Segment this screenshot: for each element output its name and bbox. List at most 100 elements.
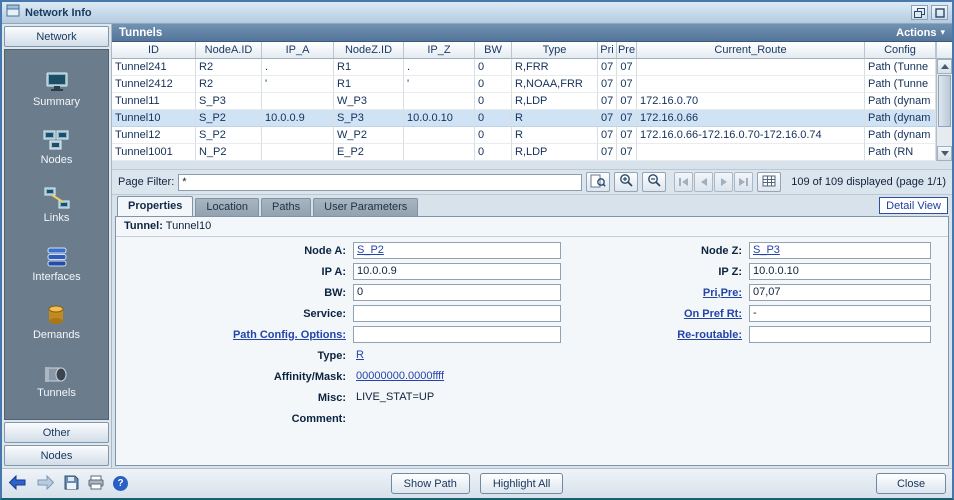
maximize-button[interactable] [931, 5, 948, 20]
table-row-tunnel1001[interactable]: Tunnel1001N_P2E_P20R,LDP0707Path (RN [112, 144, 936, 161]
titlebar[interactable]: Network Info [2, 2, 952, 24]
sidebar-item-interfaces[interactable]: Interfaces [32, 245, 80, 283]
prop-field-ip-a[interactable]: 10.0.0.9 [353, 263, 561, 280]
properties-panel: Tunnel: Tunnel10 Node A:S_P2Node Z:S_P3I… [115, 216, 949, 466]
last-page-button[interactable] [734, 172, 753, 192]
sidebar-item-summary[interactable]: Summary [33, 70, 80, 108]
column-header-nodez-id[interactable]: NodeZ.ID [334, 42, 404, 59]
prop-value-node-a[interactable]: S_P2 [357, 244, 384, 256]
grid-view-button[interactable] [757, 172, 781, 192]
column-header-config[interactable]: Config [865, 42, 936, 59]
column-header-id[interactable]: ID [112, 42, 196, 59]
prop-field-node-z[interactable]: S_P3 [749, 242, 931, 259]
nodes-button[interactable]: Nodes [4, 445, 109, 466]
sidebar-item-links[interactable]: Links [44, 186, 70, 224]
sidebar-item-tunnels[interactable]: Tunnels [37, 361, 76, 399]
column-header-ip-z[interactable]: IP_Z [404, 42, 475, 59]
table-cell: 10.0.0.9 [262, 110, 334, 127]
tab-paths[interactable]: Paths [261, 198, 311, 216]
table-cell: 07 [598, 93, 617, 110]
network-button[interactable]: Network [4, 26, 109, 47]
prop-field-bw[interactable]: 0 [353, 284, 561, 301]
table-cell: R2 [196, 76, 262, 93]
sidebar-item-label: Summary [33, 96, 80, 108]
prop-label-path-config-options[interactable]: Path Config. Options: [124, 329, 350, 341]
highlight-all-button[interactable]: Highlight All [480, 473, 563, 494]
tunnel-value: Tunnel10 [166, 220, 211, 232]
save-button[interactable] [64, 475, 79, 493]
prop-value-on-pref-rt: - [753, 307, 757, 319]
table-cell: S_P2 [196, 110, 262, 127]
scrollbar-track[interactable] [936, 59, 952, 161]
table-cell: S_P2 [196, 127, 262, 144]
content-area: Tunnels Actions ▾ IDNodeA.IDIP_ANodeZ.ID… [112, 24, 952, 468]
table-cell: 10.0.0.10 [404, 110, 475, 127]
prop-label-re-routable[interactable]: Re-routable: [564, 329, 746, 341]
detail-view-button[interactable]: Detail View [879, 197, 948, 214]
column-header-ip-a[interactable]: IP_A [262, 42, 334, 59]
prop-value-bw: 0 [357, 286, 363, 298]
column-header-bw[interactable]: BW [475, 42, 512, 59]
page-filter-input[interactable] [178, 174, 582, 191]
sidebar-item-nodes[interactable]: Nodes [41, 128, 73, 166]
tab-location[interactable]: Location [195, 198, 259, 216]
vertical-scrollbar[interactable] [936, 42, 952, 161]
tunnels-icon [43, 361, 69, 385]
prop-field-ip-z[interactable]: 10.0.0.10 [749, 263, 931, 280]
show-path-button[interactable]: Show Path [391, 473, 470, 494]
forward-button[interactable] [36, 475, 55, 493]
restore-button[interactable] [911, 5, 928, 20]
zoom-out-button[interactable] [642, 172, 666, 192]
column-header-current-route[interactable]: Current_Route [637, 42, 865, 59]
table-cell [404, 144, 475, 161]
column-header-pri[interactable]: Pri [598, 42, 617, 59]
table-cell: 0 [475, 110, 512, 127]
prop-field-node-a[interactable]: S_P2 [353, 242, 561, 259]
table-row-tunnel12[interactable]: Tunnel12S_P2W_P20R0707172.16.0.66-172.16… [112, 127, 936, 144]
table-cell: Path (dynam [865, 110, 936, 127]
next-page-button[interactable] [714, 172, 733, 192]
prop-value-affinity-mask[interactable]: 00000000.0000ffff [356, 370, 444, 382]
prop-label-ip-z: IP Z: [564, 266, 746, 278]
prop-field-path-config-options[interactable] [353, 326, 561, 343]
prop-label-on-pref-rt[interactable]: On Pref Rt: [564, 308, 746, 320]
print-button[interactable] [88, 475, 104, 493]
column-header-nodea-id[interactable]: NodeA.ID [196, 42, 262, 59]
prop-field-re-routable[interactable] [749, 326, 931, 343]
close-button[interactable]: Close [876, 473, 946, 494]
sidebar-item-demands[interactable]: Demands [33, 303, 80, 341]
prop-value-node-z[interactable]: S_P3 [753, 244, 780, 256]
other-button[interactable]: Other [4, 422, 109, 443]
scrollbar-thumb[interactable] [938, 75, 951, 127]
back-button[interactable] [8, 475, 27, 493]
table-cell: 172.16.0.66-172.16.0.70-172.16.0.74 [637, 127, 865, 144]
tab-user-parameters[interactable]: User Parameters [313, 198, 418, 216]
tab-properties[interactable]: Properties [117, 196, 193, 216]
table-row-tunnel11[interactable]: Tunnel11S_P3W_P30R,LDP0707172.16.0.70Pat… [112, 93, 936, 110]
zoom-in-button[interactable] [614, 172, 638, 192]
triangle-down-icon [941, 151, 949, 156]
table-row-tunnel241[interactable]: Tunnel241R2.R1.0R,FRR0707Path (Tunne [112, 59, 936, 76]
column-header-pre[interactable]: Pre [617, 42, 637, 59]
table-cell: R,NOAA,FRR [512, 76, 598, 93]
view-filter-button[interactable] [586, 172, 610, 192]
prop-value-type[interactable]: R [356, 349, 364, 361]
prop-field-on-pref-rt[interactable]: - [749, 305, 931, 322]
table-cell [262, 127, 334, 144]
first-page-button[interactable] [674, 172, 693, 192]
prop-label-comment: Comment: [124, 413, 350, 425]
table-cell: ' [404, 76, 475, 93]
prop-field-service[interactable] [353, 305, 561, 322]
scroll-down-button[interactable] [937, 146, 952, 161]
help-icon[interactable]: ? [113, 476, 128, 491]
prop-field-pri-pre[interactable]: 07,07 [749, 284, 931, 301]
table-row-tunnel10[interactable]: Tunnel10S_P210.0.0.9S_P310.0.0.100R07071… [112, 110, 936, 127]
prev-page-button[interactable] [694, 172, 713, 192]
prop-label-bw: BW: [124, 287, 350, 299]
actions-menu-button[interactable]: Actions ▾ [896, 27, 945, 39]
column-header-type[interactable]: Type [512, 42, 598, 59]
table-cell: Tunnel1001 [112, 144, 196, 161]
scroll-up-button[interactable] [937, 59, 952, 74]
table-row-tunnel2412[interactable]: Tunnel2412R2'R1'0R,NOAA,FRR0707Path (Tun… [112, 76, 936, 93]
prop-label-pri-pre[interactable]: Pri,Pre: [564, 287, 746, 299]
